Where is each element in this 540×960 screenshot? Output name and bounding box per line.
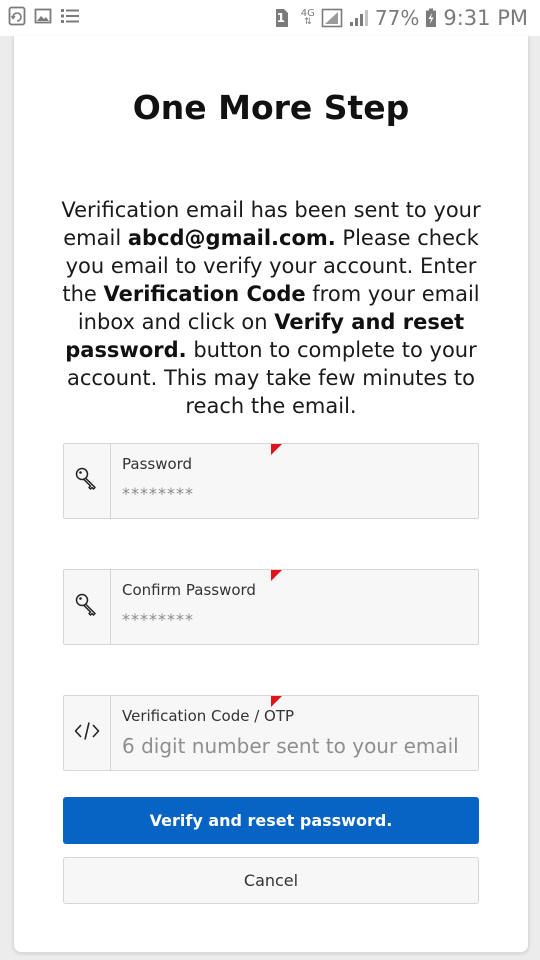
battery-percent: 77%	[374, 6, 420, 30]
list-icon	[60, 7, 80, 25]
sync-icon	[8, 6, 26, 26]
required-marker	[271, 570, 282, 581]
sim-badge: 1	[276, 11, 285, 25]
key-icon	[74, 466, 100, 497]
confirm-password-input[interactable]: ********	[122, 610, 194, 629]
data-arrows-icon: ⇅	[304, 17, 312, 27]
required-marker	[271, 696, 282, 707]
code-icon	[74, 720, 100, 747]
password-label: Password	[122, 455, 193, 473]
confirm-password-icon-cell	[64, 570, 111, 644]
confirm-password-label: Confirm Password	[122, 581, 256, 599]
password-input[interactable]: ********	[122, 484, 194, 503]
message-email: abcd@gmail.com.	[127, 226, 336, 250]
cancel-button[interactable]: Cancel	[63, 857, 479, 904]
sim-card-icon: 1	[273, 8, 289, 28]
verification-message: Verification email has been sent to your…	[58, 196, 484, 420]
otp-label: Verification Code / OTP	[122, 707, 295, 725]
battery-charging-icon	[425, 8, 437, 28]
status-bar-left	[8, 6, 80, 26]
confirm-password-field[interactable]: Confirm Password ********	[63, 569, 479, 645]
image-icon	[34, 7, 52, 25]
message-code-term: Verification Code	[103, 282, 306, 306]
verification-card: One More Step Verification email has bee…	[13, 36, 529, 953]
status-bar: 1 4G ⇅ 77% 9:31 PM	[0, 0, 540, 36]
wifi-signal-icon	[321, 8, 343, 28]
password-field[interactable]: Password ********	[63, 443, 479, 519]
network-type-label: 4G ⇅	[301, 9, 315, 27]
otp-field[interactable]: Verification Code / OTP 6 digit number s…	[63, 695, 479, 771]
password-icon-cell	[64, 444, 111, 518]
verify-reset-password-button[interactable]: Verify and reset password.	[63, 797, 479, 844]
otp-icon-cell	[64, 696, 111, 770]
page-title: One More Step	[132, 88, 410, 127]
otp-input[interactable]: 6 digit number sent to your email	[122, 734, 468, 758]
status-bar-right: 1 4G ⇅ 77% 9:31 PM	[273, 6, 528, 30]
cell-signal-icon	[349, 9, 369, 27]
key-icon	[74, 592, 100, 623]
clock-time: 9:31 PM	[443, 6, 528, 30]
required-marker	[271, 444, 282, 455]
